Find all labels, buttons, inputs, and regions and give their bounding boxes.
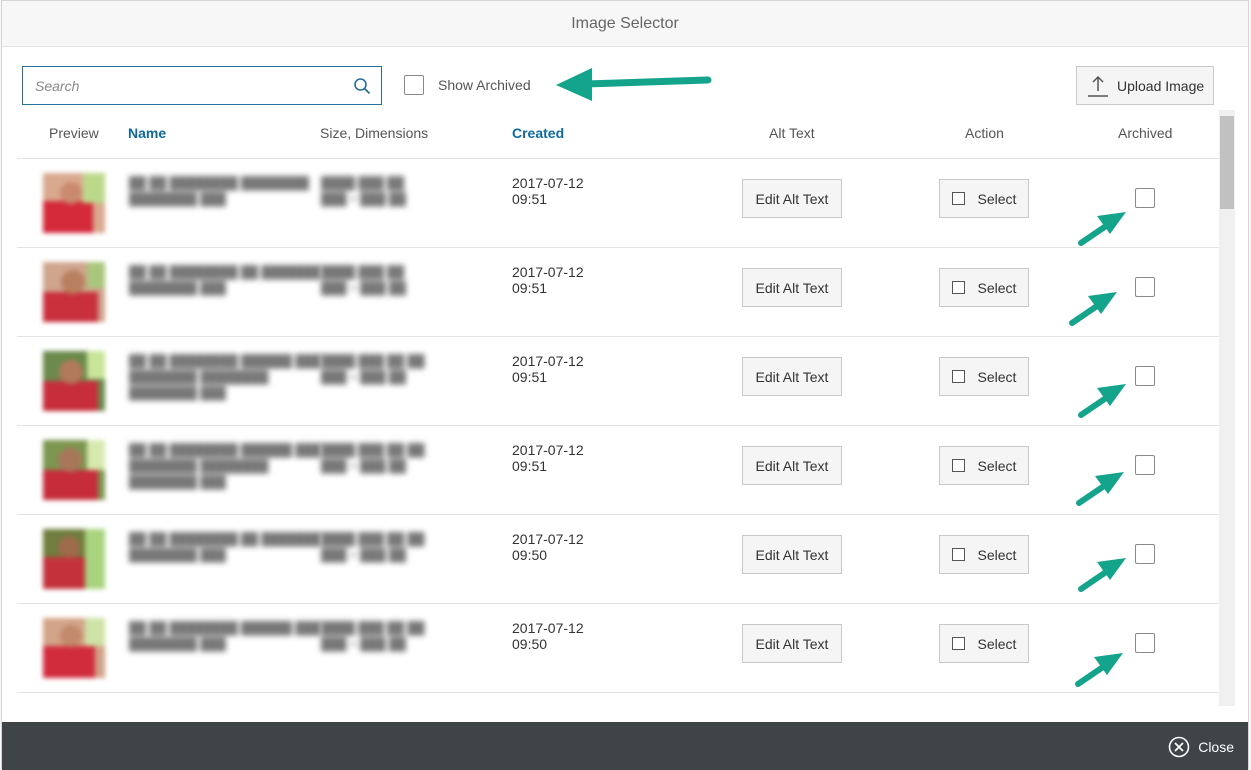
created-timestamp: 2017-07-12 09:50	[512, 620, 584, 652]
select-button[interactable]: Select	[939, 268, 1029, 307]
edit-alt-text-button[interactable]: Edit Alt Text	[742, 179, 842, 218]
archived-checkbox[interactable]	[1135, 544, 1155, 564]
file-name-blurred: ██ ██ ████████ ██ ███████ ████████ ███	[129, 265, 321, 295]
image-thumbnail[interactable]	[43, 529, 105, 589]
show-archived-label: Show Archived	[438, 77, 531, 93]
edit-alt-text-button[interactable]: Edit Alt Text	[742, 535, 842, 574]
archived-checkbox[interactable]	[1135, 188, 1155, 208]
archived-checkbox[interactable]	[1135, 455, 1155, 475]
file-name-blurred: ██ ██ ████████ ██████ ███ ████████ ███	[129, 621, 321, 651]
file-size-blurred: ████ ███ ██ ██ ███ × ███ ██	[321, 354, 425, 384]
table-row: ██ ██ ████████ ██████ ███ ████████ ██████…	[17, 426, 1219, 515]
search-icon[interactable]	[353, 77, 371, 95]
file-name-blurred: ██ ██ ████████ ██ ███████ ████████ ███	[129, 532, 321, 562]
select-button[interactable]: Select	[939, 535, 1029, 574]
column-alt-text: Alt Text	[769, 125, 815, 141]
show-archived-toggle[interactable]: Show Archived	[404, 75, 531, 95]
file-size-blurred: ████ ███ ██ ██ ███ × ███ ██	[321, 532, 425, 562]
select-checkbox-icon	[951, 281, 965, 294]
created-timestamp: 2017-07-12 09:51	[512, 353, 584, 385]
column-action: Action	[965, 125, 1004, 141]
select-checkbox-icon	[951, 459, 965, 472]
created-timestamp: 2017-07-12 09:51	[512, 264, 584, 296]
column-name[interactable]: Name	[128, 110, 166, 158]
edit-alt-text-button[interactable]: Edit Alt Text	[742, 624, 842, 663]
image-thumbnail[interactable]	[43, 351, 105, 411]
created-timestamp: 2017-07-12 09:50	[512, 531, 584, 563]
file-name-blurred: ██ ██ ████████ ██████ ███ ████████ ██████…	[129, 354, 321, 400]
column-size-dimensions: Size, Dimensions	[320, 125, 429, 141]
close-icon	[1168, 736, 1190, 758]
table-row: ██ ██ ████████ ██ ███████ ████████ ███ ██…	[17, 248, 1219, 337]
edit-alt-text-button[interactable]: Edit Alt Text	[742, 446, 842, 485]
table-row: ██ ██ ████████ ██████ ███ ████████ ██████…	[17, 337, 1219, 426]
upload-image-button[interactable]: Upload Image	[1076, 66, 1214, 105]
select-button[interactable]: Select	[939, 179, 1029, 218]
edit-alt-text-button[interactable]: Edit Alt Text	[742, 357, 842, 396]
table-row: ██ ██ ████████ ████████ ████████ ███ ████…	[17, 159, 1219, 248]
select-button[interactable]: Select	[939, 357, 1029, 396]
archived-checkbox[interactable]	[1135, 633, 1155, 653]
created-timestamp: 2017-07-12 09:51	[512, 175, 584, 207]
file-size-blurred: ████ ███ ██ ██ ███ × ███ ██	[321, 443, 425, 473]
select-checkbox-icon	[951, 637, 965, 650]
dialog-footer: Close	[2, 722, 1248, 770]
file-size-blurred: ████ ███ ██ ███ × ███ ██	[321, 176, 407, 206]
select-button[interactable]: Select	[939, 624, 1029, 663]
scrollbar-thumb[interactable]	[1220, 116, 1234, 209]
close-label: Close	[1198, 739, 1234, 755]
created-timestamp: 2017-07-12 09:51	[512, 442, 584, 474]
select-checkbox-icon	[951, 370, 965, 383]
file-name-blurred: ██ ██ ████████ ██████ ███ ████████ ██████…	[129, 443, 321, 489]
table-row: ██ ██ ████████ ██████ ███ ████████ ███ ██…	[17, 604, 1219, 693]
file-size-blurred: ████ ███ ██ ██ ███ × ███ ██	[321, 621, 425, 651]
upload-icon	[1088, 75, 1108, 97]
upload-image-label: Upload Image	[1117, 77, 1205, 94]
close-button[interactable]: Close	[1168, 736, 1234, 758]
column-created[interactable]: Created	[512, 110, 564, 158]
column-preview: Preview	[49, 125, 99, 141]
image-selector-dialog: Image Selector Show Archived Upload Imag…	[1, 0, 1249, 770]
column-archived: Archived	[1118, 125, 1173, 141]
select-checkbox-icon	[951, 192, 965, 205]
table-row: ██ ██ ████████ ██ ███████ ████████ ███ ██…	[17, 515, 1219, 604]
archived-checkbox[interactable]	[1135, 366, 1155, 386]
search-box	[22, 66, 382, 105]
image-thumbnail[interactable]	[43, 618, 105, 678]
image-table: Preview Name Size, Dimensions Created Al…	[17, 110, 1219, 706]
image-thumbnail[interactable]	[43, 440, 105, 500]
dialog-title-bar: Image Selector	[2, 1, 1248, 47]
toolbar: Show Archived Upload Image	[2, 46, 1248, 110]
dialog-title: Image Selector	[571, 14, 679, 32]
edit-alt-text-button[interactable]: Edit Alt Text	[742, 268, 842, 307]
image-thumbnail[interactable]	[43, 173, 105, 233]
archived-checkbox[interactable]	[1135, 277, 1155, 297]
search-input[interactable]	[23, 67, 355, 104]
file-size-blurred: ████ ███ ██ ███ × ███ ██	[321, 265, 407, 295]
show-archived-checkbox[interactable]	[404, 75, 424, 95]
select-button[interactable]: Select	[939, 446, 1029, 485]
image-thumbnail[interactable]	[43, 262, 105, 322]
file-name-blurred: ██ ██ ████████ ████████ ████████ ███	[129, 176, 310, 206]
select-checkbox-icon	[951, 548, 965, 561]
table-header: Preview Name Size, Dimensions Created Al…	[17, 110, 1219, 159]
